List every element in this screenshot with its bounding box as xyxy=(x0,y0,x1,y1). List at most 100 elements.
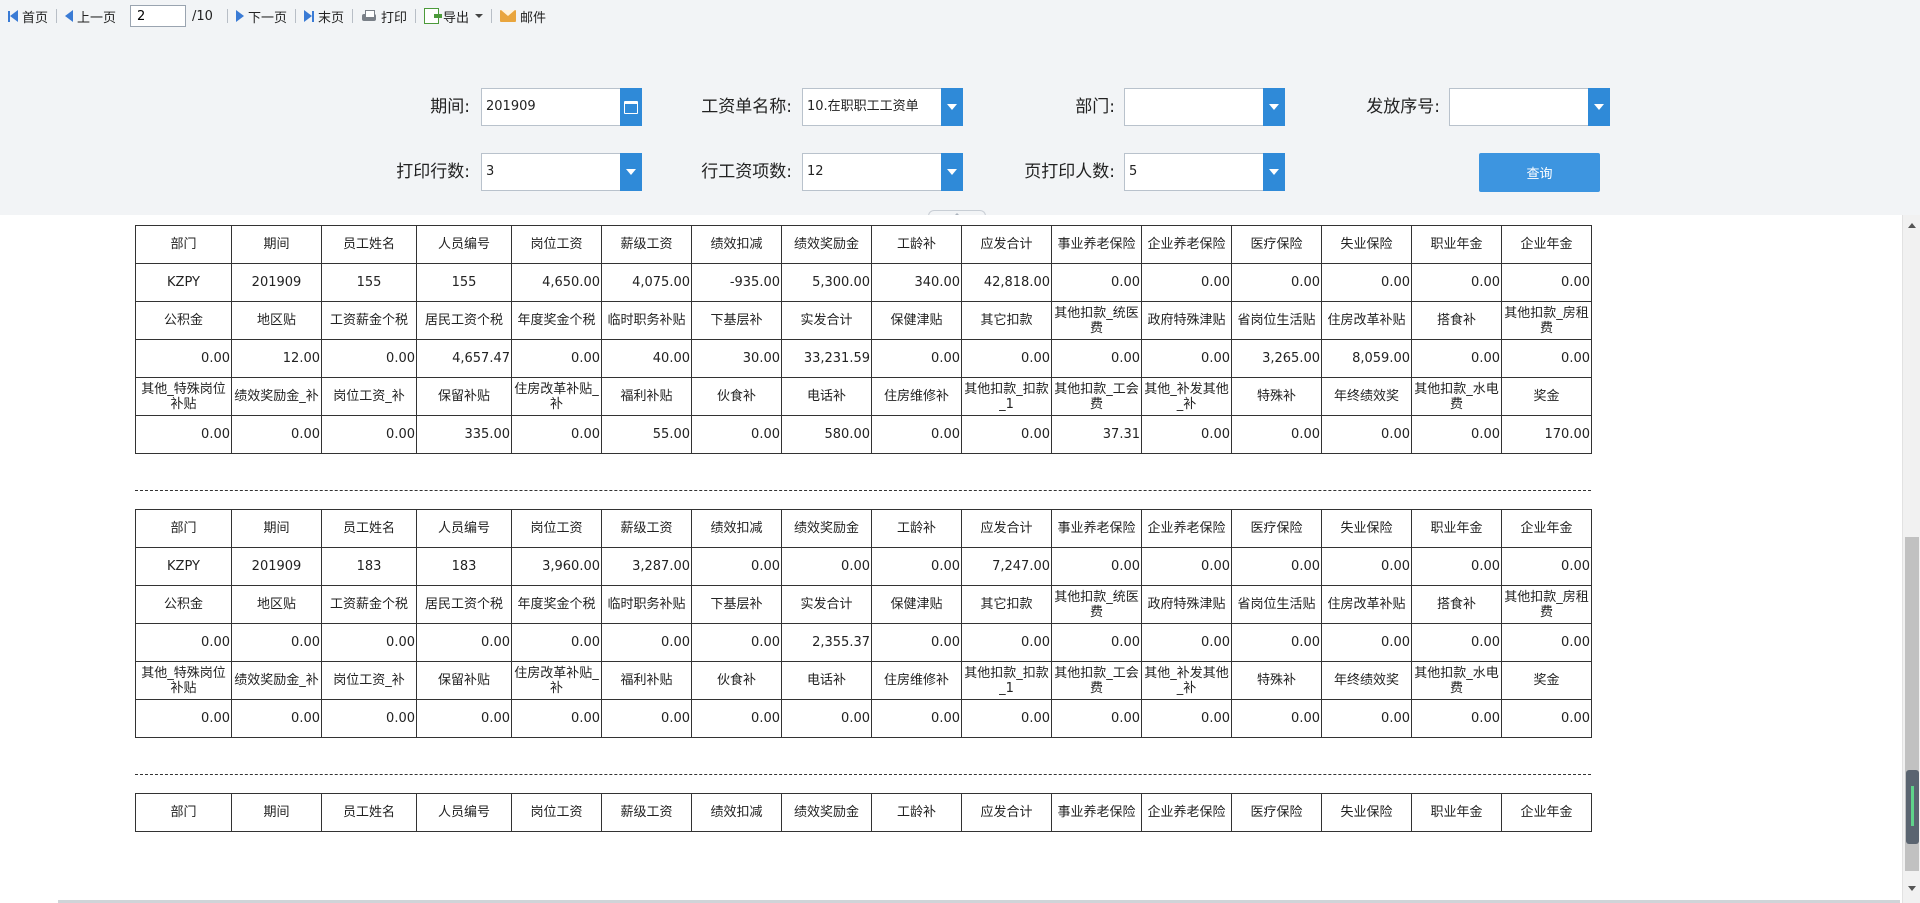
table-cell: 0.00 xyxy=(781,547,872,586)
table-cell: 0.00 xyxy=(231,699,322,738)
column-header: 薪级工资 xyxy=(601,225,692,264)
table-cell: 0.00 xyxy=(1051,263,1142,302)
header-row: 部门 期间 员工姓名 人员编号 岗位工资 薪级工资 绩效扣减 绩效奖励金 工龄补 应发合计 事业养老… xyxy=(135,793,1592,832)
table-cell: 0.00 xyxy=(691,547,782,586)
column-header: 绩效扣减 xyxy=(691,225,782,264)
department-select[interactable] xyxy=(1124,88,1285,126)
persons-per-page-select[interactable]: 5 xyxy=(1124,153,1285,191)
column-header: 岗位工资 xyxy=(511,793,602,832)
column-header: 年度奖金个税 xyxy=(511,585,602,624)
table-cell: 183 xyxy=(416,547,512,586)
table-cell: 3,960.00 xyxy=(511,547,602,586)
column-header: 职业年金 xyxy=(1411,793,1502,832)
column-header: 医疗保险 xyxy=(1231,225,1322,264)
header-row: 公积金 地区贴 工资薪金个税 居民工资个税 年度奖金个税 临时职务补贴 下基层补 实发合计 保健… xyxy=(135,585,1592,624)
column-header: 住房改革补贴_补 xyxy=(511,661,602,700)
items-per-row-select[interactable]: 12 xyxy=(802,153,963,191)
print-rows-select[interactable]: 3 xyxy=(481,153,642,191)
column-header: 搭食补 xyxy=(1411,585,1502,624)
scroll-up-icon[interactable] xyxy=(1908,223,1916,228)
table-cell: 4,075.00 xyxy=(601,263,692,302)
column-header: 部门 xyxy=(135,509,232,548)
header-row: 其他_特殊岗位补贴 绩效奖励金_补 岗位工资_补 保留补贴 住房改革补贴_补 福利补贴 伙食… xyxy=(135,661,1592,700)
table-cell: 0.00 xyxy=(601,623,692,662)
scroll-down-icon[interactable] xyxy=(1908,886,1916,891)
print-label: 打印 xyxy=(380,10,407,26)
payroll-name-select[interactable]: 10.在职职工工资单 xyxy=(802,88,963,126)
column-header: 公积金 xyxy=(135,585,232,624)
export-button[interactable]: 导出 xyxy=(420,4,487,28)
column-header: 福利补贴 xyxy=(601,661,692,700)
period-input[interactable]: 201909 xyxy=(481,88,642,126)
last-page-button[interactable]: 末页 xyxy=(300,4,348,28)
column-header: 伙食补 xyxy=(691,377,782,416)
column-header: 失业保险 xyxy=(1321,225,1412,264)
header-row: 公积金 地区贴 工资薪金个税 居民工资个税 年度奖金个税 临时职务补贴 下基层补 实发合计 保健… xyxy=(135,301,1592,340)
payslip-table: 部门 期间 员工姓名 人员编号 岗位工资 薪级工资 绩效扣减 绩效奖励金 工龄补 应发合计 事业养老… xyxy=(135,225,1592,454)
column-header: 电话补 xyxy=(781,377,872,416)
column-header: 公积金 xyxy=(135,301,232,340)
column-header: 其他扣款_扣款_1 xyxy=(961,377,1052,416)
column-header: 绩效奖励金_补 xyxy=(231,377,322,416)
column-header: 职业年金 xyxy=(1411,509,1502,548)
table-cell: 0.00 xyxy=(1231,415,1322,454)
query-button[interactable]: 查询 xyxy=(1479,153,1600,192)
page-number-input[interactable] xyxy=(130,5,187,27)
column-header: 工资薪金个税 xyxy=(321,301,417,340)
table-cell: 0.00 xyxy=(1231,623,1322,662)
report-toolbar: 首页 上一页 /10 下一页 末页 打印 导出 邮件 xyxy=(0,0,1920,32)
calendar-button[interactable] xyxy=(620,88,642,126)
toolbar-divider xyxy=(415,9,416,23)
table-cell: 0.00 xyxy=(321,339,417,378)
payroll-name-dropdown-button[interactable] xyxy=(941,88,963,126)
print-rows-label: 打印行数: xyxy=(396,162,470,182)
table-cell: 0.00 xyxy=(691,415,782,454)
column-header: 保留补贴 xyxy=(416,661,512,700)
column-header: 绩效奖励金 xyxy=(781,793,872,832)
column-header: 伙食补 xyxy=(691,661,782,700)
column-header: 其他扣款_水电费 xyxy=(1411,661,1502,700)
print-button[interactable]: 打印 xyxy=(357,4,411,28)
column-header: 工龄补 xyxy=(871,225,962,264)
items-per-row-dropdown-button[interactable] xyxy=(941,153,963,191)
column-header: 住房改革补贴 xyxy=(1321,585,1412,624)
column-header: 职业年金 xyxy=(1411,225,1502,264)
persons-per-page-dropdown-button[interactable] xyxy=(1263,153,1285,191)
payslip-table: 部门 期间 员工姓名 人员编号 岗位工资 薪级工资 绩效扣减 绩效奖励金 工龄补 应发合计 事业养老… xyxy=(135,793,1592,832)
side-widget-handle[interactable] xyxy=(1906,770,1919,844)
persons-per-page-value: 5 xyxy=(1129,164,1138,179)
table-row: 0.00 0.00 0.00 0.00 0.00 0.00 0.00 0.00 0.00 0.00… xyxy=(135,699,1592,738)
payment-seq-select[interactable] xyxy=(1449,88,1610,126)
prev-page-button[interactable]: 上一页 xyxy=(61,4,120,28)
print-rows-dropdown-button[interactable] xyxy=(620,153,642,191)
column-header: 工龄补 xyxy=(871,793,962,832)
calendar-icon xyxy=(624,100,638,114)
column-header: 人员编号 xyxy=(416,793,512,832)
column-header: 员工姓名 xyxy=(321,793,417,832)
column-header: 期间 xyxy=(231,793,322,832)
payment-seq-dropdown-button[interactable] xyxy=(1588,88,1610,126)
table-cell: 0.00 xyxy=(961,415,1052,454)
vertical-scrollbar[interactable] xyxy=(1902,215,1920,903)
column-header: 其他_补发其他_补 xyxy=(1141,661,1232,700)
column-header: 员工姓名 xyxy=(321,509,417,548)
next-page-button[interactable]: 下一页 xyxy=(232,4,291,28)
column-header: 薪级工资 xyxy=(601,793,692,832)
table-cell: 0.00 xyxy=(416,699,512,738)
column-header: 事业养老保险 xyxy=(1051,793,1142,832)
column-header: 政府特殊津贴 xyxy=(1141,301,1232,340)
mail-button[interactable]: 邮件 xyxy=(496,4,550,28)
table-cell: 0.00 xyxy=(511,699,602,738)
page-separator xyxy=(135,774,1591,775)
table-cell: 0.00 xyxy=(1321,623,1412,662)
chevron-down-icon xyxy=(1269,169,1279,175)
table-cell: 0.00 xyxy=(961,623,1052,662)
table-cell: 3,265.00 xyxy=(1231,339,1322,378)
column-header: 下基层补 xyxy=(691,301,782,340)
department-dropdown-button[interactable] xyxy=(1263,88,1285,126)
table-cell: 30.00 xyxy=(691,339,782,378)
first-page-button[interactable]: 首页 xyxy=(4,4,52,28)
table-cell: 0.00 xyxy=(1321,415,1412,454)
table-cell: 0.00 xyxy=(1411,547,1502,586)
table-cell: 0.00 xyxy=(135,415,232,454)
